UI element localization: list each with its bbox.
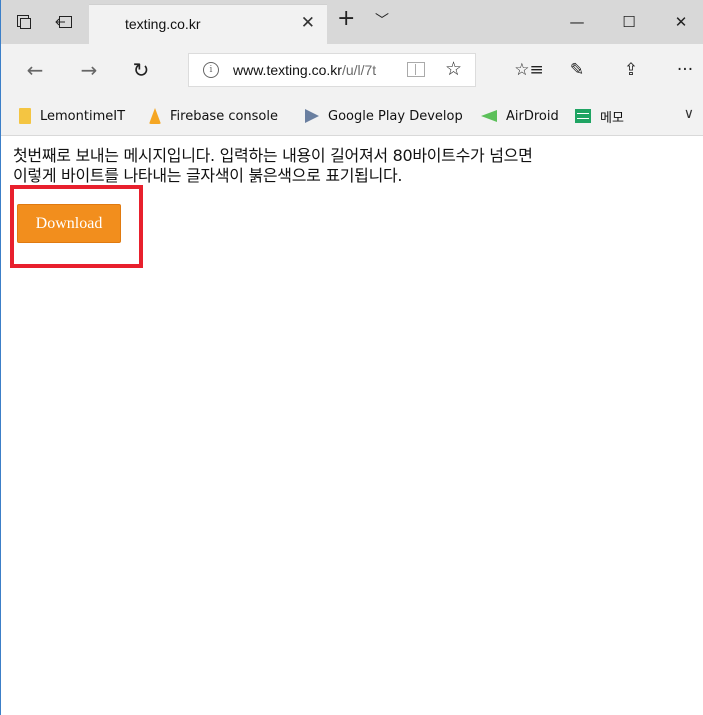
google-play-icon: [305, 109, 319, 123]
share-icon[interactable]: ⇪: [611, 44, 651, 96]
favorite-airdroid[interactable]: AirDroid: [481, 96, 559, 136]
favorite-firebase[interactable]: Firebase console: [149, 96, 278, 136]
address-path: /u/l/7t: [341, 62, 377, 78]
set-tabs-aside-icon[interactable]: [45, 0, 83, 44]
sheets-icon: [575, 109, 591, 123]
favorite-label: LemontimeIT: [40, 108, 126, 124]
address-bar[interactable]: i www.texting.co.kr/u/l/7t ☆: [188, 53, 476, 87]
minimize-icon[interactable]: —: [553, 0, 601, 44]
favorite-label: Google Play Develop: [328, 108, 463, 124]
favorites-hub-icon[interactable]: ☆≡: [509, 44, 549, 96]
highlight-box: [10, 185, 143, 268]
folder-icon: [19, 108, 31, 124]
favorite-label: 메모: [600, 110, 624, 126]
site-info-icon[interactable]: i: [203, 62, 219, 78]
tab-preview-icon[interactable]: [5, 0, 43, 44]
navigation-bar: ← → ↻ i www.texting.co.kr/u/l/7t ☆ ☆≡ ✎ …: [1, 44, 703, 96]
favorites-bar: LemontimeIT Firebase console Google Play…: [1, 96, 703, 136]
favorite-label: Firebase console: [170, 108, 278, 124]
new-tab-icon[interactable]: +: [337, 6, 355, 31]
favorite-memo[interactable]: 메모: [575, 96, 624, 136]
pen-notes-icon[interactable]: ✎: [557, 44, 597, 96]
tab-close-icon[interactable]: ✕: [301, 13, 315, 33]
tab-strip: texting.co.kr ✕ + ﹀ — ☐ ✕: [1, 0, 703, 45]
favorite-label: AirDroid: [506, 108, 559, 124]
message-line: 첫번째로 보내는 메시지입니다. 입력하는 내용이 길어져서 80바이트수가 넘…: [13, 146, 533, 165]
browser-window: texting.co.kr ✕ + ﹀ — ☐ ✕ ← → ↻ i www.te…: [0, 0, 703, 715]
firebase-icon: [149, 108, 161, 124]
favorite-star-icon[interactable]: ☆: [445, 58, 462, 80]
reading-view-icon[interactable]: [407, 62, 425, 77]
forward-icon[interactable]: →: [69, 44, 109, 96]
address-url[interactable]: www.texting.co.kr/u/l/7t: [233, 62, 399, 78]
message-line: 이렇게 바이트를 나타내는 글자색이 붉은색으로 표기됩니다.: [13, 166, 403, 185]
favorites-overflow-chevron-icon[interactable]: ∨: [684, 106, 694, 122]
tab-active[interactable]: texting.co.kr ✕: [89, 4, 327, 45]
message-text: 첫번째로 보내는 메시지입니다. 입력하는 내용이 길어져서 80바이트수가 넘…: [13, 146, 699, 186]
address-host: www.texting.co.kr: [233, 62, 342, 78]
airdroid-icon: [481, 110, 497, 122]
favorite-google-play[interactable]: Google Play Develop: [305, 96, 463, 136]
refresh-icon[interactable]: ↻: [121, 44, 161, 96]
maximize-icon[interactable]: ☐: [605, 0, 653, 44]
back-icon[interactable]: ←: [15, 44, 55, 96]
tab-title: texting.co.kr: [125, 16, 201, 32]
chevron-down-icon[interactable]: ﹀: [375, 10, 389, 30]
more-icon[interactable]: ···: [665, 44, 703, 96]
close-window-icon[interactable]: ✕: [657, 0, 703, 44]
favorite-lemontimeit[interactable]: LemontimeIT: [19, 96, 125, 136]
